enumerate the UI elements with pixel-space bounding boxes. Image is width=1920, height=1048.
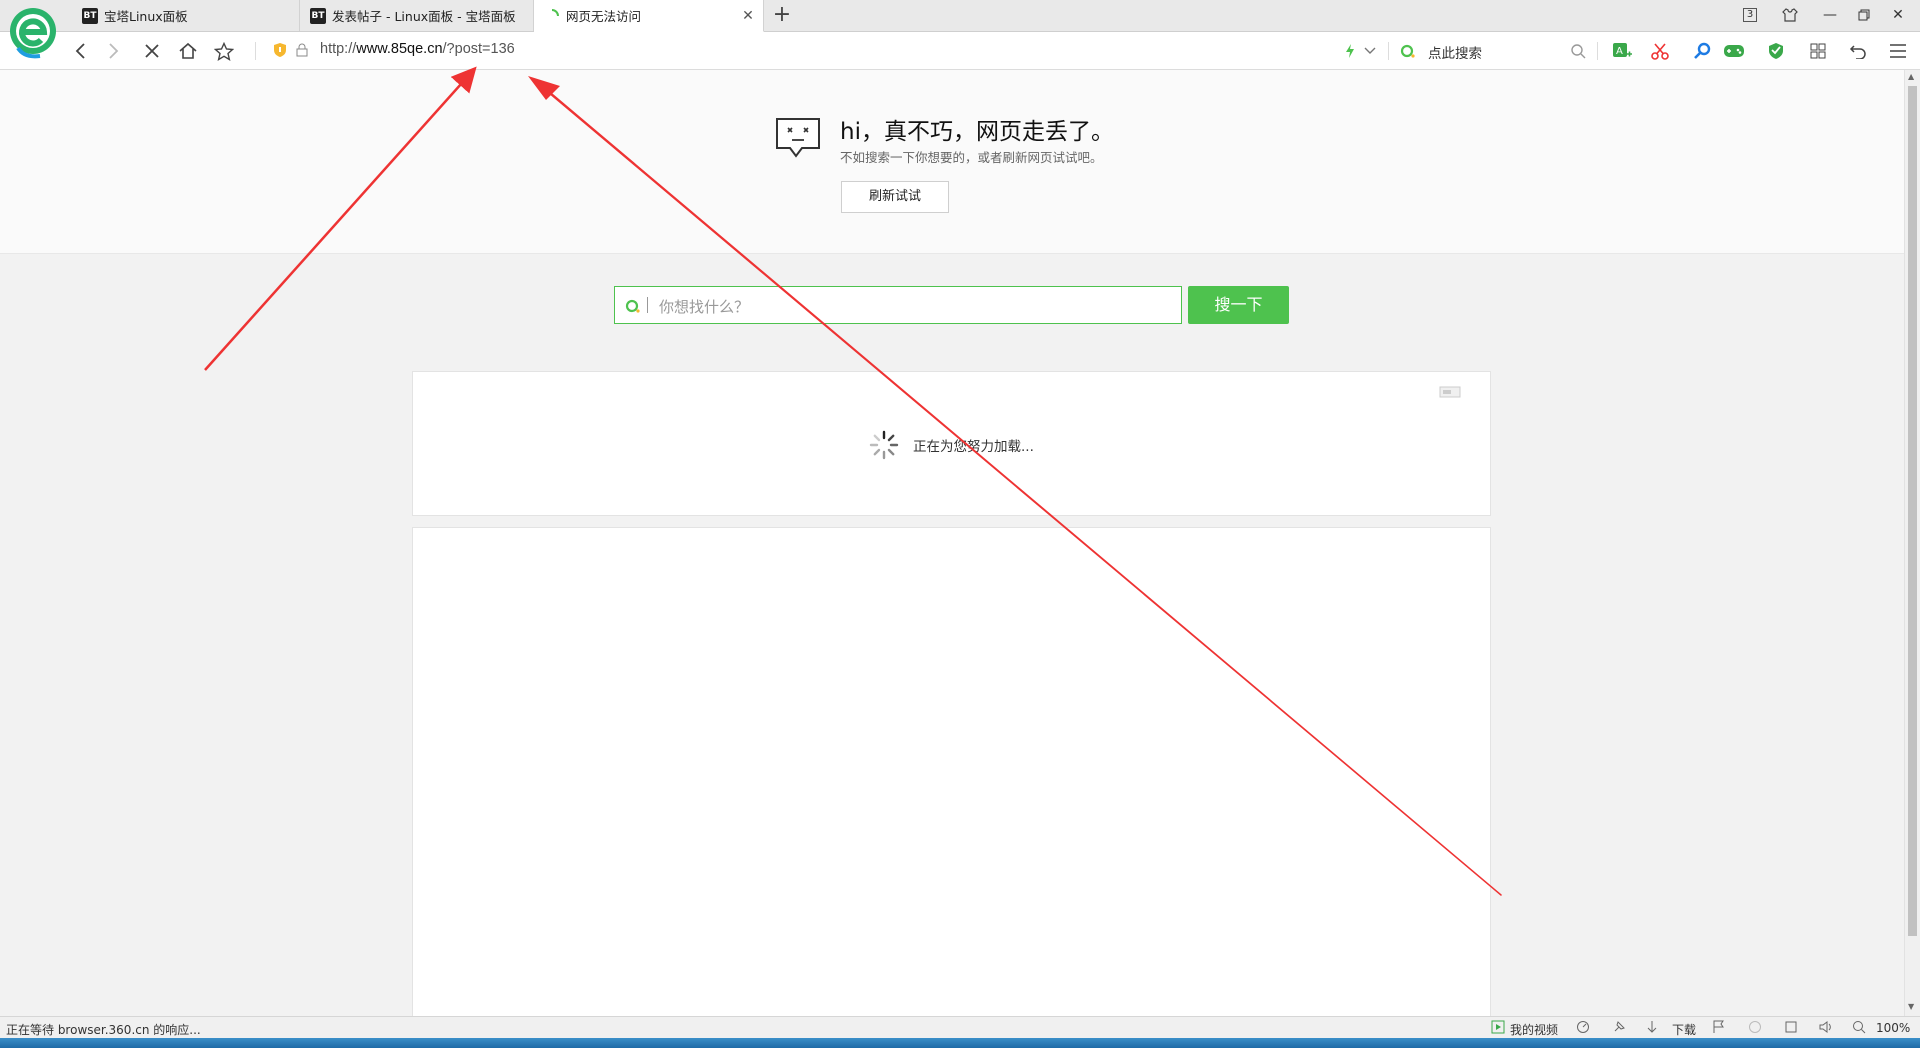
search-cursor [647, 297, 648, 313]
security-guard-icon[interactable] [1764, 39, 1788, 63]
translate-plugin-icon[interactable]: A [1610, 39, 1634, 63]
lock-icon[interactable] [294, 41, 310, 59]
home-icon[interactable] [176, 39, 200, 63]
tab-baota-panel[interactable]: BT 宝塔Linux面板 [72, 0, 300, 31]
navigation-toolbar: http://www.85qe.cn/?post=136 点此搜索 A [0, 32, 1920, 70]
screenshot-scissors-icon[interactable] [1648, 39, 1672, 63]
tab-count-badge[interactable]: 3 [1737, 4, 1763, 26]
tab-title: 网页无法访问 [566, 9, 642, 24]
content-card-empty [412, 527, 1491, 1016]
tab-post-thread[interactable]: BT 发表帖子 - Linux面板 - 宝塔面板 [300, 0, 534, 31]
chevron-down-icon[interactable] [1358, 39, 1382, 63]
my-video-link[interactable]: 我的视频 [1510, 1021, 1558, 1038]
magnifier-plugin-icon[interactable] [1690, 39, 1714, 63]
scroll-thumb[interactable] [1908, 86, 1917, 936]
toolbar-divider [1597, 42, 1598, 60]
zoom-level[interactable]: 100% [1876, 1021, 1910, 1035]
address-bar[interactable]: http://www.85qe.cn/?post=136 [320, 41, 515, 57]
forward-icon[interactable] [102, 39, 126, 63]
toolbar-search-input[interactable]: 点此搜索 [1428, 42, 1482, 62]
status-text: 正在等待 browser.360.cn 的响应... [6, 1023, 201, 1037]
minimize-button[interactable]: — [1817, 4, 1843, 26]
download-arrow-icon[interactable] [1646, 1020, 1658, 1037]
game-controller-icon[interactable] [1722, 39, 1746, 63]
page-scrollbar[interactable]: ▲ ▼ [1904, 70, 1920, 1016]
page-viewport: hi，真不巧，网页走丢了。 不如搜索一下你想要的，或者刷新网页试试吧。 刷新试试… [0, 70, 1904, 1016]
window-icon[interactable] [1784, 1020, 1798, 1037]
restore-button[interactable] [1851, 4, 1877, 26]
os-taskbar [0, 1038, 1920, 1048]
url-host: www.85qe.cn [356, 41, 443, 57]
browser-logo-icon[interactable] [8, 4, 58, 60]
search-engine-icon[interactable] [1396, 39, 1420, 63]
card-toggle-icon[interactable] [1439, 386, 1461, 402]
error-banner: hi，真不巧，网页走丢了。 不如搜索一下你想要的，或者刷新网页试试吧。 刷新试试 [0, 70, 1904, 254]
zoom-icon[interactable] [1852, 1020, 1866, 1037]
search-button[interactable]: 搜一下 [1188, 286, 1289, 324]
status-bar: 正在等待 browser.360.cn 的响应... 我的视频 下载 100% [0, 1016, 1920, 1039]
tab-title: 宝塔Linux面板 [104, 9, 188, 24]
svg-text:A: A [1616, 46, 1623, 57]
flag-icon[interactable] [1712, 1020, 1726, 1037]
volume-icon[interactable] [1818, 1020, 1834, 1037]
night-mode-icon[interactable] [1748, 1020, 1762, 1037]
refresh-button[interactable]: 刷新试试 [841, 181, 949, 213]
scroll-down-icon[interactable]: ▼ [1908, 1002, 1914, 1011]
error-headline: hi，真不巧，网页走丢了。 [840, 119, 1114, 145]
new-tab-button[interactable]: + [770, 3, 794, 27]
menu-icon[interactable] [1886, 39, 1910, 63]
pin-icon[interactable] [1612, 1020, 1626, 1037]
search-engine-icon [625, 298, 641, 318]
download-link[interactable]: 下载 [1672, 1021, 1696, 1038]
bt-favicon-icon: BT [310, 7, 326, 24]
speedup-icon[interactable] [1576, 1020, 1590, 1037]
loading-spinner-icon [868, 429, 900, 465]
search-icon[interactable] [1566, 39, 1590, 63]
scroll-up-icon[interactable]: ▲ [1908, 72, 1914, 81]
error-subtext: 不如搜索一下你想要的，或者刷新网页试试吧。 [840, 150, 1103, 165]
loading-favicon-icon [544, 8, 560, 24]
toolbar-divider [255, 42, 256, 60]
tab-title: 发表帖子 - Linux面板 - 宝塔面板 [332, 9, 516, 24]
tab-page-unreachable[interactable]: 网页无法访问 ✕ [534, 0, 764, 32]
url-prefix: http:// [320, 41, 357, 57]
skin-icon[interactable] [1777, 4, 1803, 26]
close-window-button[interactable]: ✕ [1885, 4, 1911, 26]
loading-text: 正在为您努力加载... [913, 439, 1034, 455]
video-icon[interactable] [1491, 1020, 1505, 1037]
toolbar-divider [1388, 42, 1389, 60]
undo-close-icon[interactable] [1846, 39, 1870, 63]
apps-grid-icon[interactable] [1806, 39, 1830, 63]
tab-strip: BT 宝塔Linux面板 BT 发表帖子 - Linux面板 - 宝塔面板 网页… [0, 0, 1920, 59]
security-shield-icon[interactable] [272, 41, 288, 59]
close-tab-icon[interactable]: ✕ [739, 8, 757, 24]
favorite-star-icon[interactable] [212, 39, 236, 63]
url-path: /?post=136 [442, 41, 515, 57]
back-icon[interactable] [68, 39, 92, 63]
broken-page-icon [774, 116, 822, 166]
content-card: 正在为您努力加载... [412, 371, 1491, 516]
bt-favicon-icon: BT [82, 7, 98, 24]
stop-icon[interactable] [140, 39, 164, 63]
search-input[interactable]: 你想找什么？ [659, 296, 749, 317]
search-box[interactable]: 你想找什么？ [614, 286, 1182, 324]
